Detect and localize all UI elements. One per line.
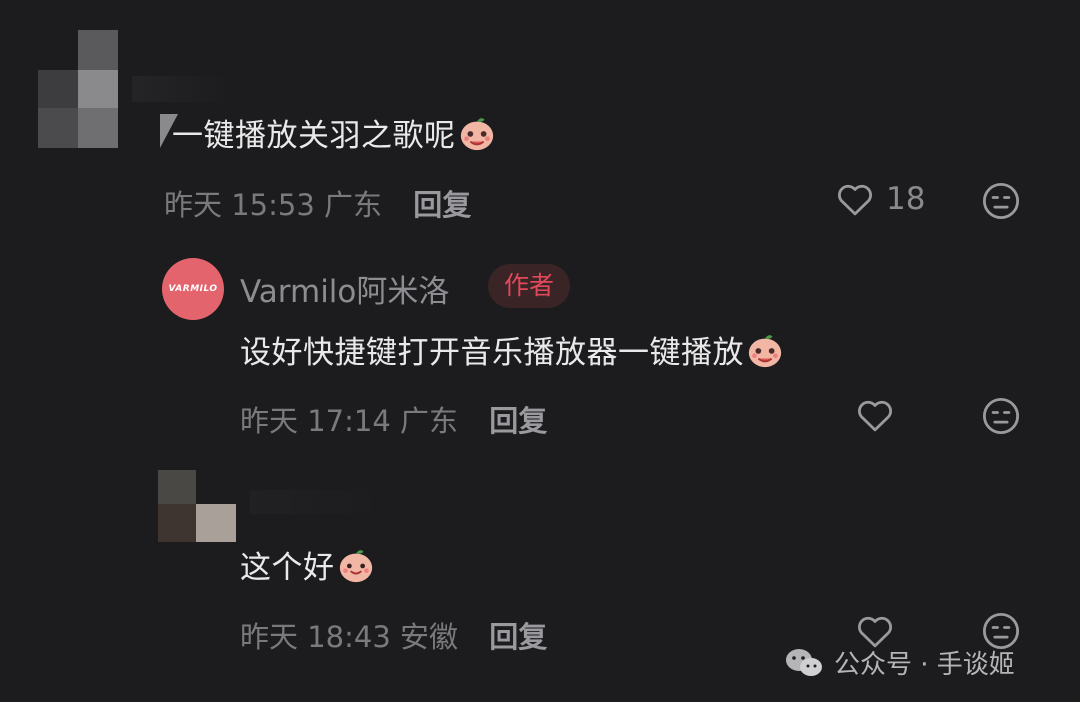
comment-text: 一键播放关羽之歌呢 <box>172 110 496 160</box>
heart-icon[interactable] <box>854 394 896 436</box>
brand-avatar-text: VARMILO <box>168 284 218 294</box>
username-blurred[interactable] <box>132 76 232 102</box>
watermark-text: 公众号 · 手谈姬 <box>834 650 1015 680</box>
wechat-watermark: 公众号 · 手谈姬 <box>784 644 1015 681</box>
reply-location: 广东 <box>400 404 459 438</box>
comment-meta: 昨天 15:53 广东 回复 <box>164 182 471 224</box>
peach-smile-emoji-icon <box>337 546 375 592</box>
reply-meta: 昨天 17:14 广东 回复 <box>240 398 547 440</box>
reply-button[interactable]: 回复 <box>413 188 471 222</box>
reply-text: 这个好 <box>240 542 375 592</box>
comment-time: 昨天 15:53 <box>164 188 315 222</box>
author-username[interactable]: Varmilo阿米洛 <box>240 266 449 311</box>
reply-text-content: 这个好 <box>240 550 335 586</box>
reply-text-content: 设好快捷键打开音乐播放器一键播放 <box>240 335 744 371</box>
brand-avatar[interactable]: VARMILO <box>162 258 224 320</box>
peach-laugh-emoji-icon <box>458 114 496 160</box>
reply-text: 设好快捷键打开音乐播放器一键播放 <box>240 327 784 377</box>
avatar[interactable] <box>38 30 120 148</box>
comment-text-content: 一键播放关羽之歌呢 <box>172 118 456 154</box>
heart-icon[interactable] <box>834 178 876 220</box>
author-badge: 作者 <box>488 264 571 308</box>
reply-button[interactable]: 回复 <box>489 404 547 438</box>
wechat-icon <box>786 648 822 676</box>
reply-time: 昨天 18:43 <box>240 620 391 654</box>
reply-meta: 昨天 18:43 安徽 回复 <box>240 614 547 656</box>
reply-location: 安徽 <box>400 620 459 654</box>
comment-thread: 一键播放关羽之歌呢 昨天 15:53 广东 回复 18 VARMILO Varm… <box>0 0 1080 702</box>
avatar[interactable] <box>158 470 236 542</box>
comment-location: 广东 <box>324 188 383 222</box>
reply-time: 昨天 17:14 <box>240 404 391 438</box>
username-blurred[interactable] <box>250 490 390 514</box>
reply-button[interactable]: 回复 <box>489 620 547 654</box>
peach-laugh-emoji-icon <box>746 331 784 377</box>
dislike-face-icon[interactable] <box>980 395 1022 437</box>
dislike-face-icon[interactable] <box>980 180 1022 222</box>
like-count: 18 <box>886 181 926 217</box>
